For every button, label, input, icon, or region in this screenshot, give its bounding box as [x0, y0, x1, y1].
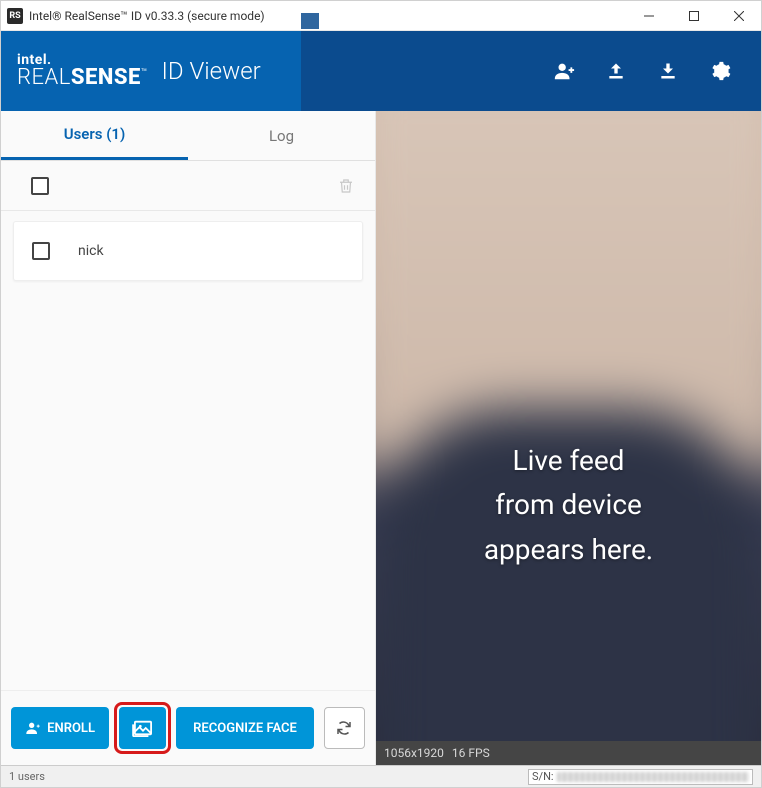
brand-realsense: REALSENSE™ [17, 67, 148, 89]
settings-icon[interactable] [709, 60, 731, 82]
enroll-image-button[interactable] [119, 707, 166, 749]
app-icon: RS [7, 8, 23, 24]
statusbar: 1 users S/N: [1, 765, 761, 787]
user-count-status: 1 users [9, 770, 45, 783]
window-title: Intel® RealSense™ ID v0.33.3 (secure mod… [29, 9, 626, 23]
user-list: nick [1, 211, 375, 690]
delete-icon[interactable] [337, 176, 355, 196]
select-all-row [1, 161, 375, 211]
images-icon [132, 719, 154, 737]
camera-feed-panel: Live feed from device appears here. 1056… [376, 111, 761, 765]
recognize-label: RECOGNIZE FACE [193, 721, 297, 736]
feed-fps: 16 FPS [452, 746, 490, 760]
enroll-label: ENROLL [47, 721, 95, 736]
person-add-icon [25, 720, 41, 736]
maximize-button[interactable] [671, 1, 716, 31]
download-icon[interactable] [657, 60, 679, 82]
tab-users[interactable]: Users (1) [1, 111, 188, 160]
sn-value-obscured [557, 772, 749, 782]
select-all-checkbox[interactable] [31, 177, 49, 195]
upload-icon[interactable] [605, 60, 627, 82]
live-feed: Live feed from device appears here. [376, 111, 761, 741]
tab-log[interactable]: Log [188, 111, 375, 160]
feed-resolution: 1056x1920 [384, 746, 444, 760]
serial-number-field: S/N: [528, 769, 753, 785]
titlebar: RS Intel® RealSense™ ID v0.33.3 (secure … [1, 1, 761, 31]
refresh-button[interactable] [324, 707, 365, 749]
action-bar: ENROLL RECOGNIZE FACE [1, 690, 375, 765]
recognize-face-button[interactable]: RECOGNIZE FACE [176, 707, 313, 749]
feed-overlay-text: Live feed from device appears here. [376, 439, 761, 573]
user-row[interactable]: nick [13, 221, 363, 281]
user-name-label: nick [78, 243, 104, 259]
add-user-icon[interactable] [553, 60, 575, 82]
refresh-icon [335, 719, 353, 737]
sn-label: S/N: [532, 770, 554, 783]
minimize-button[interactable] [626, 1, 671, 31]
window-controls [626, 1, 761, 31]
product-name: ID Viewer [162, 57, 261, 85]
feed-status-bar: 1056x1920 16 FPS [376, 741, 761, 765]
close-button[interactable] [716, 1, 761, 31]
enroll-button[interactable]: ENROLL [11, 707, 109, 749]
left-panel: Users (1) Log nick ENROLL [1, 111, 376, 765]
user-checkbox[interactable] [32, 242, 50, 260]
brand-block: intel. REALSENSE™ ID Viewer [1, 31, 301, 111]
app-header: intel. REALSENSE™ ID Viewer [1, 31, 761, 111]
tab-bar: Users (1) Log [1, 111, 375, 161]
